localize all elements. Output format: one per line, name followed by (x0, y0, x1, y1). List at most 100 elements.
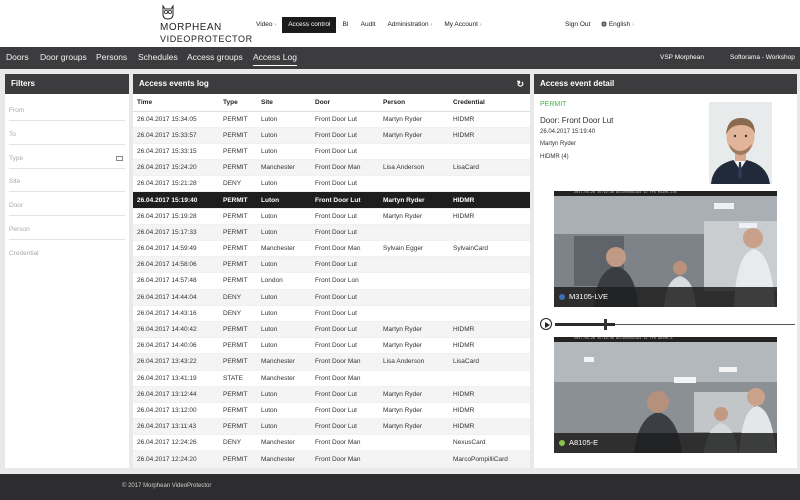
table-row[interactable]: 26.04.2017 14:44:04 DENY Luton Front Door L… (133, 289, 530, 306)
brand-logo[interactable]: MORPHEAN VIDEOPROTECTOR (160, 4, 252, 44)
cell-person (379, 256, 449, 274)
table-row[interactable]: 26.04.2017 14:57:48 PERMIT London Front Doo… (133, 272, 530, 290)
filter-from[interactable]: From (9, 107, 24, 114)
table-row[interactable]: 26.04.2017 14:40:42 PERMIT Luton Front Door… (133, 321, 530, 339)
table-row[interactable]: 26.04.2017 15:33:57 PERMIT Luton Front Door… (133, 127, 530, 144)
column-header-credential[interactable]: Credential (449, 94, 530, 112)
topnav-my-account[interactable]: My Account › (438, 17, 487, 33)
table-row[interactable]: 26.04.2017 15:34:05 PERMIT Luton Front Door… (133, 111, 530, 128)
cell-site: Manchester (257, 159, 311, 177)
filter-type[interactable]: Type (9, 155, 23, 162)
cell-time: 26.04.2017 14:44:04 (133, 289, 219, 306)
table-row[interactable]: 26.04.2017 14:59:49 PERMIT Manchester Front… (133, 240, 530, 258)
column-header-door[interactable]: Door (311, 94, 379, 112)
person-photo (709, 102, 772, 184)
cell-time: 26.04.2017 15:17:33 (133, 224, 219, 242)
table-row[interactable]: 26.04.2017 14:58:06 PERMIT Luton Front Door… (133, 256, 530, 274)
cell-door: Front Door Man (311, 353, 379, 371)
playback-scrubber[interactable] (604, 319, 607, 330)
table-row[interactable]: 26.04.2017 14:43:16 DENY Luton Front Door L… (133, 305, 530, 322)
table-row[interactable]: 26.04.2017 15:19:28 PERMIT Luton Front Door… (133, 208, 530, 225)
filter-site[interactable]: Site (9, 178, 20, 185)
cell-person (379, 143, 449, 161)
subnav-doors[interactable]: Doors (6, 47, 29, 69)
table-row[interactable]: 26.04.2017 13:11:43 PERMIT Luton Front Door… (133, 418, 530, 436)
cell-door: Front Door Lon (311, 272, 379, 290)
cell-type: PERMIT (219, 111, 257, 128)
cell-time: 26.04.2017 13:11:43 (133, 418, 219, 436)
cell-credential: NexusCard (449, 434, 530, 452)
table-row[interactable]: 26.04.2017 15:17:33 PERMIT Luton Front Door… (133, 224, 530, 242)
cell-time: 26.04.2017 13:41:19 (133, 370, 219, 387)
filter-to[interactable]: To (9, 131, 16, 138)
table-row[interactable]: 26.04.2017 14:40:06 PERMIT Luton Front Door… (133, 337, 530, 355)
owl-logo-icon (162, 4, 174, 20)
filter-credential[interactable]: Credential (9, 250, 39, 257)
play-button[interactable] (540, 318, 552, 330)
refresh-icon[interactable]: ↻ (516, 79, 524, 89)
cell-site: Luton (257, 143, 311, 161)
table-row[interactable]: 26.04.2017 15:24:20 PERMIT Manchester Front… (133, 159, 530, 177)
cell-door: Front Door Lut (311, 289, 379, 306)
filter-person[interactable]: Person (9, 226, 30, 233)
topnav-administration[interactable]: Administration › (381, 17, 438, 33)
column-header-site[interactable]: Site (257, 94, 311, 112)
cell-door: Front Door Man (311, 450, 379, 468)
cell-site: Luton (257, 305, 311, 322)
cell-person: Martyn Ryder (379, 418, 449, 436)
camera-name: M3105-LVE (569, 292, 609, 301)
topnav-audit[interactable]: Audit (355, 17, 382, 33)
workspace-name[interactable]: Softorama - Workshop (730, 47, 795, 69)
column-header-person[interactable]: Person (379, 94, 449, 112)
cell-time: 26.04.2017 15:19:28 (133, 208, 219, 225)
table-row[interactable]: 26.04.2017 13:41:19 STATE Manchester Front … (133, 370, 530, 387)
cell-door: Front Door Lut (311, 305, 379, 322)
cell-credential (449, 305, 530, 322)
language-selector[interactable]: English › (601, 17, 634, 33)
cell-door: Front Door Man (311, 240, 379, 258)
camera-feed-a8105[interactable]: 2017-04-26 15:19:38 ACC1050U1194 12 FPS … (554, 337, 777, 453)
camera-feed-m3105[interactable]: 2017-04-26 15:19:36 ACC1050U1194 12 FPS … (554, 191, 777, 307)
table-row[interactable]: 26.04.2017 13:43:22 PERMIT Manchester Front… (133, 353, 530, 371)
cell-credential (449, 175, 530, 193)
cell-type: PERMIT (219, 321, 257, 339)
column-header-time[interactable]: Time (133, 94, 219, 112)
list-icon[interactable] (116, 156, 123, 161)
subnav-access-log[interactable]: Access Log (253, 47, 297, 66)
subnav-schedules[interactable]: Schedules (138, 47, 178, 69)
cell-credential (449, 289, 530, 306)
cell-time: 26.04.2017 15:33:15 (133, 143, 219, 161)
cell-site: Luton (257, 402, 311, 420)
table-row[interactable]: 26.04.2017 15:21:28 DENY Luton Front Door L… (133, 175, 530, 193)
table-row[interactable]: 26.04.2017 15:19:40 PERMIT Luton Front Door… (133, 191, 530, 209)
filter-door[interactable]: Door (9, 202, 23, 209)
table-row[interactable]: 26.04.2017 13:12:44 PERMIT Luton Front Door… (133, 386, 530, 403)
topnav-bi[interactable]: BI (336, 17, 354, 33)
cell-site: Luton (257, 175, 311, 193)
cell-site: Manchester (257, 353, 311, 371)
table-row[interactable]: 26.04.2017 15:33:15 PERMIT Luton Front Door… (133, 143, 530, 161)
column-header-type[interactable]: Type (219, 94, 257, 112)
cell-type: PERMIT (219, 224, 257, 242)
subnav-door-groups[interactable]: Door groups (40, 47, 87, 69)
cell-door: Front Door Lut (311, 256, 379, 274)
cell-time: 26.04.2017 14:40:06 (133, 337, 219, 355)
table-row[interactable]: 26.04.2017 12:24:26 DENY Manchester Front D… (133, 434, 530, 452)
cell-credential: HIDMR (449, 191, 530, 209)
cell-credential: HIDMR (449, 386, 530, 403)
table-row[interactable]: 26.04.2017 13:12:00 PERMIT Luton Front Door… (133, 402, 530, 420)
table-row[interactable]: 26.04.2017 12:24:20 PERMIT Manchester Front… (133, 450, 530, 468)
cell-door: Front Door Man (311, 434, 379, 452)
subnav-persons[interactable]: Persons (96, 47, 127, 69)
topnav-video[interactable]: Video › (250, 17, 282, 33)
cell-site: Luton (257, 111, 311, 128)
cell-type: PERMIT (219, 386, 257, 403)
playback-bar (540, 318, 795, 332)
topnav-access-control[interactable]: Access control (282, 17, 337, 33)
cell-site: Luton (257, 208, 311, 225)
sign-out-link[interactable]: Sign Out (565, 17, 590, 33)
cell-time: 26.04.2017 15:21:28 (133, 175, 219, 193)
subnav-access-groups[interactable]: Access groups (187, 47, 243, 69)
person-portrait-image (709, 102, 772, 184)
cell-time: 26.04.2017 13:43:22 (133, 353, 219, 371)
